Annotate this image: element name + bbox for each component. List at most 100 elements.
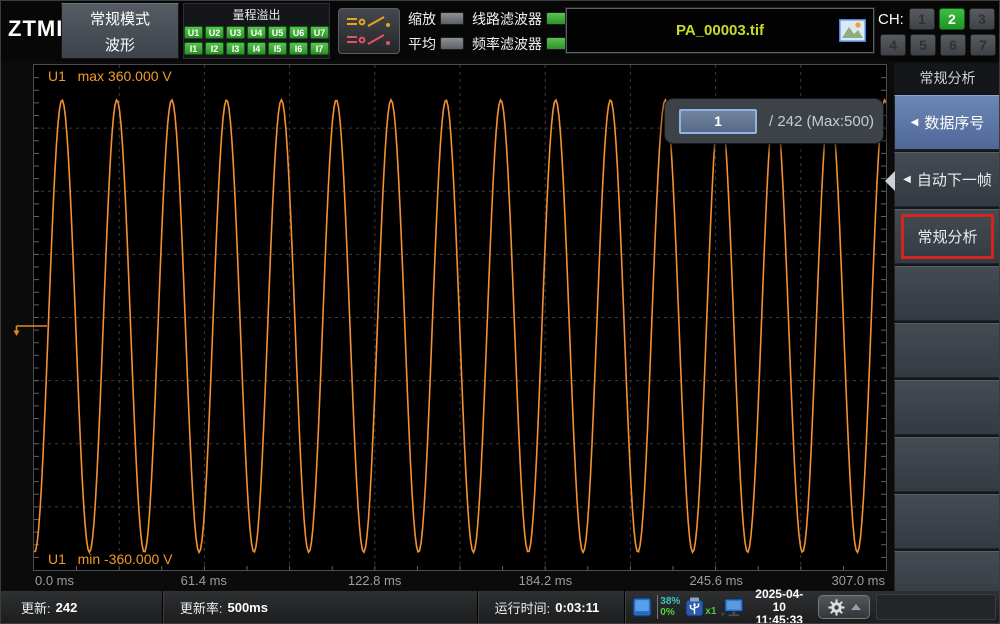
wiring-button[interactable]	[338, 8, 400, 54]
filter-toggles: 缩放线路滤波器 平均 频率滤波器	[408, 8, 566, 54]
wiring-diagram-icon	[344, 13, 394, 49]
left-arrow-icon: ◀	[911, 117, 919, 128]
overload-led-u5: U5	[268, 26, 287, 39]
overload-led-u2: U2	[205, 26, 224, 39]
sidebar-button-label: 自动下一帧	[917, 169, 992, 190]
sidebar-buttons: ◀数据序号◀自动下一帧常规分析	[894, 95, 1000, 591]
sidebar-title: 常规分析	[894, 63, 1000, 93]
overload-u-row: U1U2U3U4U5U6U7	[184, 26, 329, 39]
left-arrow-icon: ◀	[903, 174, 911, 185]
datetime-display: 2025-04-10 11:45:33	[751, 588, 807, 624]
image-icon[interactable]	[839, 19, 866, 42]
overload-led-u1: U1	[184, 26, 203, 39]
runtime-section: 运行时间: 0:03:11	[479, 591, 625, 623]
update-rate-section: 更新率: 500ms	[164, 591, 477, 623]
system-tray: 38% 0% x1	[626, 591, 876, 623]
update-count-section: 更新: 242	[1, 591, 162, 623]
toggle-row-1: 缩放线路滤波器	[408, 8, 566, 29]
channel-button-2[interactable]: 2	[939, 8, 965, 30]
time-axis-label: 245.6 ms	[689, 573, 742, 588]
channel-button-6[interactable]: 6	[940, 34, 966, 56]
data-index-tooltip: / 242 (Max:500)	[664, 98, 884, 144]
range-overload-title: 量程溢出	[184, 6, 329, 23]
toggle-label-2: 平均	[408, 34, 436, 54]
sidebar: 常规分析 ◀数据序号◀自动下一帧常规分析	[894, 63, 1000, 591]
sidebar-button-empty[interactable]	[894, 380, 1000, 435]
overload-led-u7: U7	[310, 26, 329, 39]
mode-line1: 常规模式	[90, 8, 150, 29]
toggle-label-0: 缩放	[408, 9, 436, 29]
time-axis-label: 184.2 ms	[519, 573, 572, 588]
mode-line2: 波形	[105, 34, 135, 55]
tooltip-pointer	[885, 171, 895, 191]
status-bar: 更新: 242 更新率: 500ms 运行时间: 0:03:11 38% 0%	[1, 591, 999, 623]
settings-button[interactable]	[818, 595, 869, 619]
u1-zero-marker-icon[interactable]	[13, 316, 49, 338]
toggle-indicator-2[interactable]	[440, 37, 464, 50]
filename-label: PA_00003.tif	[676, 22, 764, 39]
toggle-label-3: 频率滤波器	[472, 34, 542, 54]
network-monitor-icon[interactable]	[721, 597, 744, 618]
overload-led-i4: I4	[247, 42, 266, 55]
sidebar-button-normal-analysis[interactable]: 常规分析	[894, 209, 1000, 264]
range-overload-panel: 量程溢出 U1U2U3U4U5U6U7 I1I2I3I4I5I6I7	[183, 3, 330, 59]
sidebar-button-label: 常规分析	[917, 226, 977, 247]
sidebar-button-empty[interactable]	[894, 494, 1000, 549]
overload-led-i1: I1	[184, 42, 203, 55]
overload-led-i2: I2	[205, 42, 224, 55]
sidebar-button-data-index[interactable]: ◀数据序号	[894, 95, 1000, 150]
power-analyzer-screen: ZTMI 常规模式 波形 量程溢出 U1U2U3U4U5U6U7 I1I2I3I…	[0, 0, 1000, 624]
channel-button-1[interactable]: 1	[909, 8, 935, 30]
channel-button-4[interactable]: 4	[880, 34, 906, 56]
channel-button-5[interactable]: 5	[910, 34, 936, 56]
date-label: 2025-04-10	[751, 588, 807, 614]
u1-max-label: U1 max 360.000 V	[48, 68, 172, 84]
update-label: 更新:	[21, 598, 51, 617]
brand-logo: ZTMI	[8, 16, 63, 42]
runtime-label: 运行时间:	[495, 598, 551, 617]
rate-label: 更新率:	[180, 598, 223, 617]
usb-status: x1	[685, 597, 716, 617]
data-index-input[interactable]	[679, 109, 757, 134]
channel-panel: CH: 123 4567	[878, 3, 999, 59]
file-display[interactable]: PA_00003.tif	[566, 8, 874, 53]
usb-icon[interactable]	[685, 597, 704, 617]
u1-waveform-trace	[34, 100, 886, 553]
main-area: U1 max 360.000 V U1 min -360.000 V 0.0 m…	[1, 61, 999, 591]
u1-min-label: U1 min -360.000 V	[48, 551, 173, 567]
channel-button-3[interactable]: 3	[969, 8, 995, 30]
overload-led-i5: I5	[268, 42, 287, 55]
header-bar: ZTMI 常规模式 波形 量程溢出 U1U2U3U4U5U6U7 I1I2I3I…	[1, 1, 999, 61]
sidebar-button-empty[interactable]	[894, 323, 1000, 378]
rate-value: 500ms	[227, 600, 267, 615]
runtime-value: 0:03:11	[555, 600, 599, 615]
overload-led-i3: I3	[226, 42, 245, 55]
overload-led-u3: U3	[226, 26, 245, 39]
time-axis-label: 307.0 ms	[832, 573, 885, 588]
red-highlight-frame: 常规分析	[901, 214, 994, 259]
chevron-up-icon	[851, 604, 861, 610]
sidebar-button-empty[interactable]	[894, 266, 1000, 321]
usb-count: x1	[705, 606, 716, 617]
sidebar-button-empty[interactable]	[894, 551, 1000, 591]
toggle-indicator-0[interactable]	[440, 12, 464, 25]
overload-led-u4: U4	[247, 26, 266, 39]
overload-led-u6: U6	[289, 26, 308, 39]
ch-row-2: 4567	[880, 34, 999, 56]
usage-pct-2: 0%	[660, 607, 680, 618]
toggle-row-2: 平均 频率滤波器	[408, 33, 566, 54]
sidebar-button-auto-next-frame[interactable]: ◀ 自动下一帧	[894, 152, 1000, 207]
mode-button[interactable]: 常规模式 波形	[61, 3, 179, 59]
overload-led-i7: I7	[310, 42, 329, 55]
usage-percentages: 38% 0%	[657, 595, 680, 619]
ch-row-1: CH: 123	[878, 8, 999, 30]
data-index-max-label: / 242 (Max:500)	[769, 113, 874, 130]
time-axis-label: 0.0 ms	[35, 573, 74, 588]
sidebar-button-empty[interactable]	[894, 437, 1000, 492]
ch-label: CH:	[878, 11, 904, 28]
time-label: 11:45:33	[751, 614, 807, 624]
channel-button-7[interactable]: 7	[970, 34, 996, 56]
usage-pct-1: 38%	[660, 596, 680, 607]
storage-icon[interactable]	[632, 596, 652, 618]
update-value: 242	[56, 600, 78, 615]
